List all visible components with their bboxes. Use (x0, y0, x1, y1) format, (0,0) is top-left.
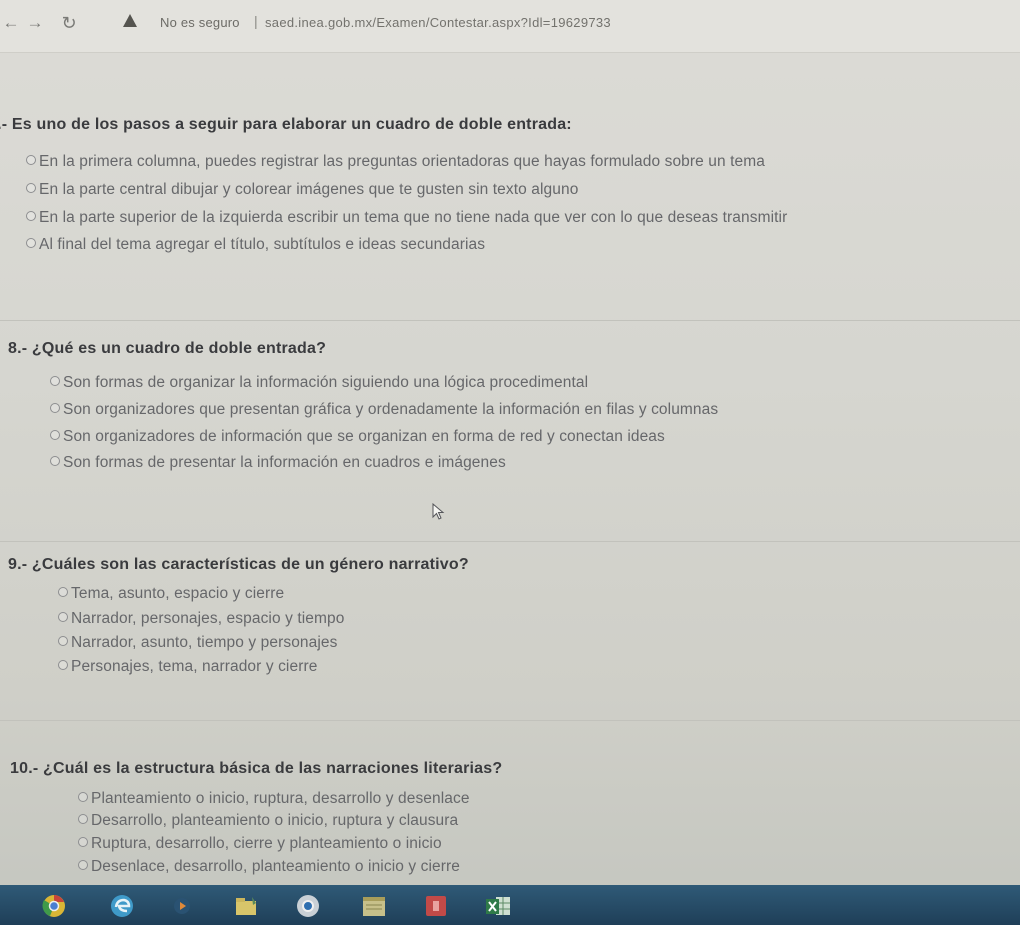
question-10-option-2[interactable]: Desarrollo, planteamiento o inicio, rupt… (78, 812, 458, 830)
media-player-icon[interactable] (168, 893, 196, 919)
question-8-title: 8.- ¿Qué es un cuadro de doble entrada? (8, 340, 327, 357)
radio-button[interactable] (78, 860, 88, 870)
radio-button[interactable] (26, 183, 36, 193)
radio-button[interactable] (58, 587, 68, 597)
question-7-title: 7.- Es uno de los pasos a seguir para el… (0, 116, 572, 133)
mouse-cursor-icon (432, 503, 445, 520)
back-arrow-icon[interactable]: ← (0, 12, 22, 34)
security-label[interactable]: No es seguro (160, 15, 240, 30)
question-9-option-4[interactable]: Personajes, tema, narrador y cierre (58, 658, 317, 676)
browser-toolbar: ← → ↻ No es seguro | saed.inea.gob.mx/Ex… (0, 0, 1020, 53)
radio-button[interactable] (58, 636, 68, 646)
chrome-alt-icon[interactable] (294, 893, 322, 919)
radio-button[interactable] (50, 403, 60, 413)
taskbar (0, 885, 1020, 925)
warning-icon[interactable] (123, 14, 137, 27)
reload-icon[interactable]: ↻ (58, 12, 80, 34)
radio-button[interactable] (26, 211, 36, 221)
question-8-option-1[interactable]: Son formas de organizar la información s… (50, 374, 588, 392)
question-9-option-3[interactable]: Narrador, asunto, tiempo y personajes (58, 634, 337, 652)
folder-icon[interactable] (232, 893, 260, 919)
excel-icon[interactable] (484, 893, 512, 919)
question-divider (0, 541, 1020, 542)
url-separator: | (254, 13, 258, 29)
question-8-option-4[interactable]: Son formas de presentar la información e… (50, 454, 506, 472)
question-7-option-2[interactable]: En la parte central dibujar y colorear i… (26, 181, 578, 199)
question-7-option-1[interactable]: En la primera columna, puedes registrar … (26, 153, 765, 171)
radio-button[interactable] (78, 792, 88, 802)
browser-window: ← → ↻ No es seguro | saed.inea.gob.mx/Ex… (0, 0, 1020, 925)
address-bar-url[interactable]: saed.inea.gob.mx/Examen/Contestar.aspx?I… (265, 15, 611, 30)
edge-icon[interactable] (108, 893, 136, 919)
question-10-title: 10.- ¿Cuál es la estructura básica de la… (10, 760, 503, 777)
question-8-option-3[interactable]: Son organizadores de información que se … (50, 428, 665, 446)
question-divider (0, 320, 1020, 321)
radio-button[interactable] (26, 155, 36, 165)
radio-button[interactable] (50, 376, 60, 386)
radio-button[interactable] (58, 660, 68, 670)
question-10-option-1[interactable]: Planteamiento o inicio, ruptura, desarro… (78, 790, 470, 808)
question-8-option-2[interactable]: Son organizadores que presentan gráfica … (50, 401, 718, 419)
question-10-option-4[interactable]: Desenlace, desarrollo, planteamiento o i… (78, 858, 460, 876)
radio-button[interactable] (78, 814, 88, 824)
app-red-icon[interactable] (422, 893, 450, 919)
radio-button[interactable] (26, 238, 36, 248)
question-10-option-3[interactable]: Ruptura, desarrollo, cierre y planteamie… (78, 835, 442, 853)
radio-button[interactable] (50, 456, 60, 466)
question-7-option-4[interactable]: Al final del tema agregar el título, sub… (26, 236, 485, 254)
question-9-option-2[interactable]: Narrador, personajes, espacio y tiempo (58, 610, 344, 628)
question-divider (0, 720, 1020, 721)
chrome-icon[interactable] (40, 893, 68, 919)
question-9-option-1[interactable]: Tema, asunto, espacio y cierre (58, 585, 284, 603)
question-9-title: 9.- ¿Cuáles son las características de u… (8, 556, 469, 573)
radio-button[interactable] (58, 612, 68, 622)
forward-arrow-icon[interactable]: → (24, 12, 46, 34)
radio-button[interactable] (78, 837, 88, 847)
question-7-option-3[interactable]: En la parte superior de la izquierda esc… (26, 209, 787, 227)
notes-icon[interactable] (360, 893, 388, 919)
radio-button[interactable] (50, 430, 60, 440)
